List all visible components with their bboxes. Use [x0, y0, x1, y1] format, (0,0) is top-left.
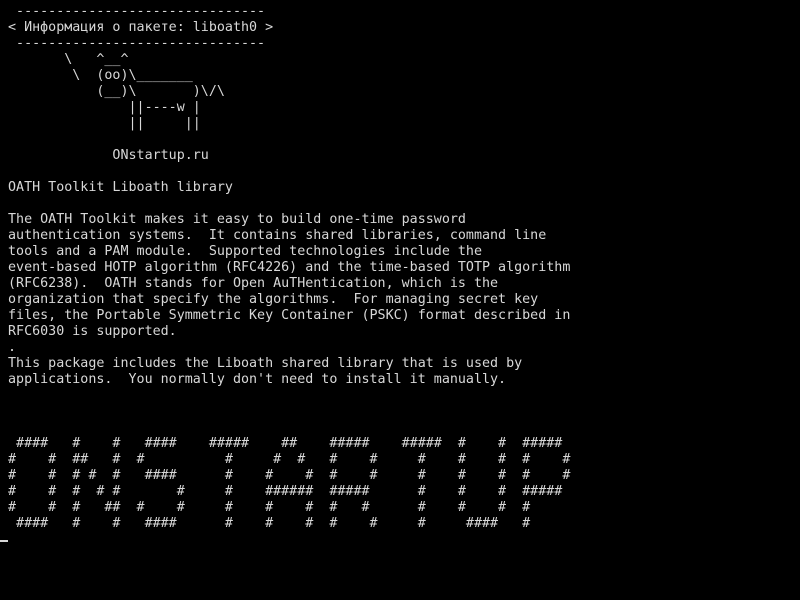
description-line: files, the Portable Symmetric Key Contai… — [8, 308, 571, 323]
ascii-banner-line: # # # # # #### # # # # # # # # # # — [8, 468, 571, 483]
description-line: This package includes the Liboath shared… — [8, 356, 523, 371]
cow-art-line: \ ^__^ — [8, 52, 129, 67]
description-line: authentication systems. It contains shar… — [8, 228, 547, 243]
cow-art-line: ||----w | — [8, 100, 201, 115]
package-summary: OATH Toolkit Liboath library — [8, 180, 233, 195]
ascii-banner-line: # # ## # # # # # # # # # # # # — [8, 452, 571, 467]
ascii-banner-line: # # # ## # # # # # # # # # # # — [8, 500, 531, 515]
description-separator: . — [8, 340, 17, 355]
banner-title: < Информация о пакете: liboath0 > — [8, 20, 274, 35]
banner-bottom-border: ------------------------------- — [8, 36, 266, 51]
text-cursor — [0, 540, 8, 542]
ascii-banner-line: # # # # # # # ###### ##### # # # ##### — [8, 484, 563, 499]
ascii-banner-line: #### # # #### # # # # # # #### # — [8, 516, 531, 531]
description-line: applications. You normally don't need to… — [8, 372, 507, 387]
description-line: The OATH Toolkit makes it easy to build … — [8, 212, 466, 227]
cow-art-line: (__)\ )\/\ — [8, 84, 225, 99]
description-line: RFC6030 is supported. — [8, 324, 177, 339]
banner-top-border: ------------------------------- — [8, 4, 266, 19]
description-line: tools and a PAM module. Supported techno… — [8, 244, 482, 259]
site-label: ONstartup.ru — [8, 148, 209, 163]
terminal-screen[interactable]: ------------------------------- < Информ… — [0, 0, 800, 600]
description-line: organization that specify the algorithms… — [8, 292, 539, 307]
cow-art-line: \ (oo)\_______ — [8, 68, 193, 83]
description-line: (RFC6238). OATH stands for Open AuTHenti… — [8, 276, 499, 291]
cow-art-line: || || — [8, 116, 201, 131]
ascii-banner-line: #### # # #### ##### ## ##### ##### # # #… — [8, 436, 563, 451]
description-line: event-based HOTP algorithm (RFC4226) and… — [8, 260, 571, 275]
